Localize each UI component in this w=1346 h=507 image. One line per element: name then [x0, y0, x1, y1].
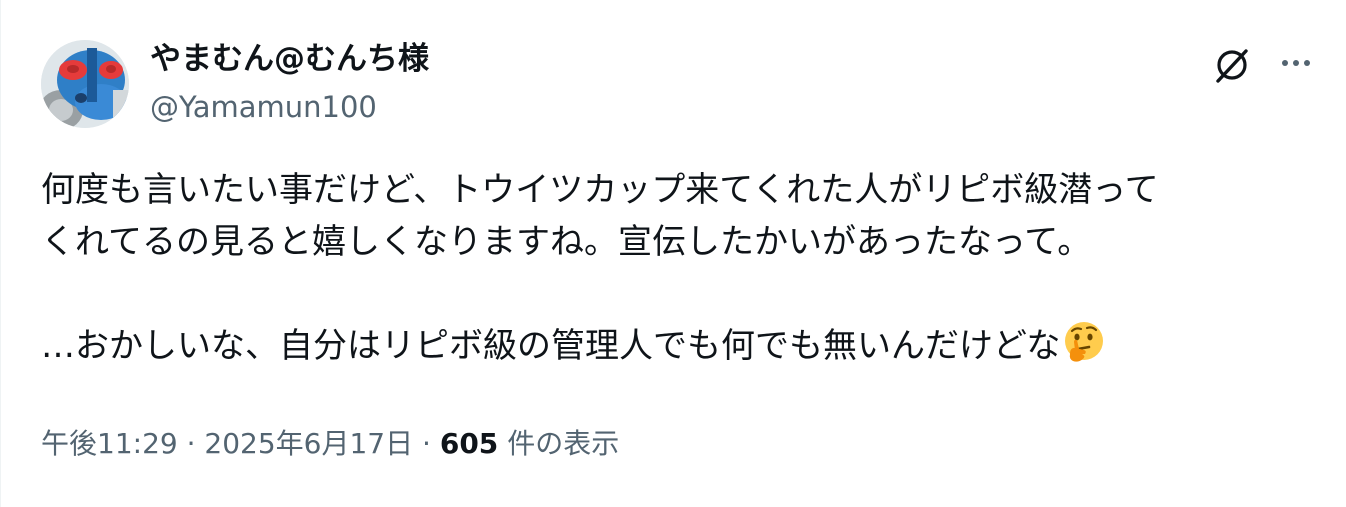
more-options-button[interactable]	[1273, 42, 1319, 88]
tweet-text-line: くれてるの見ると嬉しくなりますね。宣伝したかいがあったなって。	[41, 222, 1092, 262]
author-handle[interactable]: @Yamamun100	[150, 87, 377, 127]
tweet-text-line-with-emoji: …おかしいな、自分はリピボ級の管理人でも何でも無いんだけどな	[41, 320, 1321, 372]
avatar-image	[41, 40, 129, 128]
author-display-name[interactable]: やまむん@むんち様	[150, 38, 429, 80]
thinking-face-icon	[1062, 320, 1106, 364]
tweet-text-line: 何度も言いたい事だけど、トウイツカップ来てくれた人がリピボ級潜って	[41, 170, 1159, 210]
views-count: 605	[439, 427, 499, 460]
tweet-time: 午後11:29	[41, 427, 178, 460]
meta-separator: ·	[186, 427, 196, 460]
meta-separator: ·	[422, 427, 431, 460]
tweet-date-link[interactable]: 2025年6月17日	[204, 427, 413, 460]
tweet-text-line: …おかしいな、自分はリピボ級の管理人でも何でも無いんだけどな	[41, 326, 1061, 366]
tweet-time-link[interactable]: 午後11:29	[41, 427, 178, 460]
grok-slash-circle-icon	[1216, 49, 1248, 83]
views-label: 件の表示	[507, 427, 620, 460]
avatar[interactable]	[41, 40, 129, 128]
tweet-text: 何度も言いたい事だけど、トウイツカップ来てくれた人がリピボ級潜って くれてるの見…	[41, 164, 1321, 372]
views-link[interactable]: 605 件の表示	[440, 427, 619, 460]
grok-button[interactable]	[1209, 42, 1255, 88]
tweet-card: やまむん@むんち様 @Yamamun100 何度も言いたい事だけど、トウイツカッ…	[0, 0, 1346, 507]
more-horizontal-dots-icon	[1282, 60, 1310, 66]
tweet-meta: 午後11:29 · 2025年6月17日 · 605 件の表示	[41, 422, 619, 466]
tweet-date: 2025年6月17日	[204, 427, 414, 460]
